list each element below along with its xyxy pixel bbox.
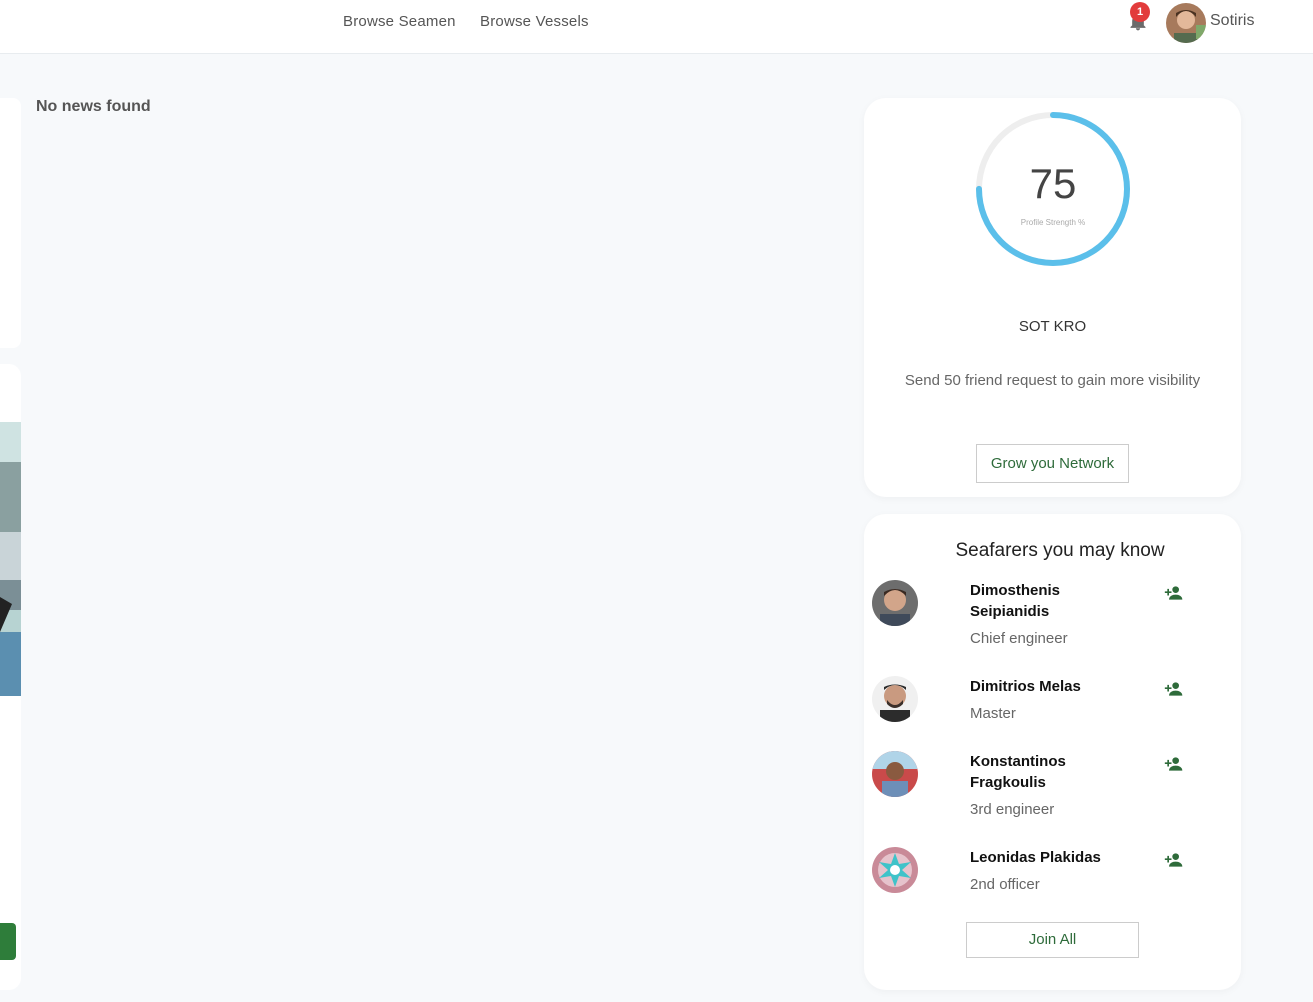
avatar[interactable] [872, 676, 918, 722]
grow-network-button[interactable]: Grow you Network [976, 444, 1129, 483]
person-name[interactable]: Konstantinos Fragkoulis [970, 751, 1120, 793]
left-card-image [0, 422, 21, 696]
suggestions-title: Seafarers you may know [955, 540, 1165, 561]
notification-badge: 1 [1130, 2, 1150, 22]
profile-name: SOT KRO [1018, 318, 1087, 335]
avatar[interactable] [872, 580, 918, 626]
profile-visibility-message: Send 50 friend request to gain more visi… [904, 372, 1201, 389]
person-role: Master [970, 705, 1016, 722]
avatar[interactable] [872, 847, 918, 893]
no-news-message: No news found [36, 98, 151, 115]
join-all-button[interactable]: Join All [966, 922, 1139, 958]
person-name[interactable]: Dimitrios Melas [970, 676, 1120, 697]
person-name[interactable]: Leonidas Plakidas [970, 847, 1120, 868]
add-friend-icon[interactable] [1164, 852, 1184, 868]
person-role: 2nd officer [970, 876, 1040, 893]
nav-browse-seamen[interactable]: Browse Seamen [343, 13, 456, 30]
profile-strength-label: Profile Strength % [1020, 218, 1086, 227]
left-card-top [0, 98, 21, 348]
nav-browse-vessels[interactable]: Browse Vessels [480, 13, 589, 30]
user-avatar[interactable] [1166, 3, 1206, 43]
person-name[interactable]: Dimosthenis Seipianidis [970, 580, 1120, 622]
add-friend-icon[interactable] [1164, 756, 1184, 772]
avatar[interactable] [872, 751, 918, 797]
top-navbar: Browse Seamen Browse Vessels 1 Sotiris [0, 0, 1313, 54]
profile-strength-card: 75 Profile Strength % SOT KRO Send 50 fr… [864, 98, 1241, 497]
user-name[interactable]: Sotiris [1210, 12, 1254, 30]
person-role: Chief engineer [970, 630, 1068, 647]
add-friend-icon[interactable] [1164, 681, 1184, 697]
profile-strength-value: 75 [1029, 160, 1077, 207]
add-friend-icon[interactable] [1164, 585, 1184, 601]
person-role: 3rd engineer [970, 801, 1055, 818]
left-action-button[interactable] [0, 923, 16, 960]
seafarers-suggestions-card: Seafarers you may know Dimosthenis Seipi… [864, 514, 1241, 990]
